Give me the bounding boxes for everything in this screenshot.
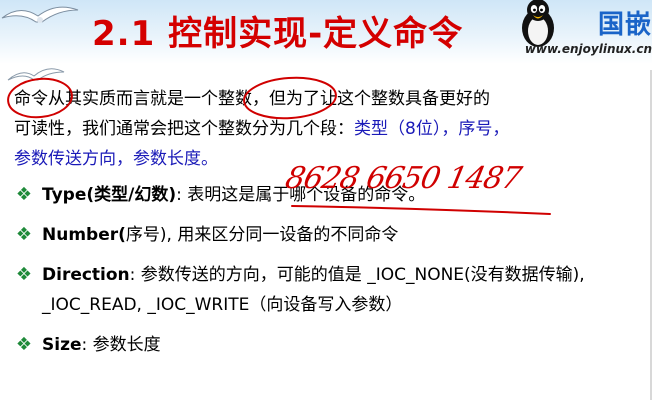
handwritten-number: 8628 6650 1487 [282,161,524,196]
diamond-bullet-icon: ❖ [15,334,33,355]
bullet-list: ❖ Type(类型/幻数): 表明这是属于哪个设备的命令。 ❖ Number(序… [14,180,644,360]
bullet-term: Number( [42,225,126,245]
logo-text: 国嵌 [597,10,652,40]
list-item: ❖ Number(序号), 用来区分同一设备的不同命令 [14,220,644,250]
site-url: www.enjoylinux.cn [524,42,652,56]
intro-line-3: 参数传送方向，参数长度。 [14,149,218,169]
intro-line-2: 可读性，我们通常会把这个整数分为几个段： [14,119,354,139]
diamond-bullet-icon: ❖ [15,224,33,245]
diamond-bullet-icon: ❖ [15,264,33,285]
bullet-term: Size [42,335,82,355]
intro-segments: 类型（8位），序号， [354,119,510,139]
bullet-desc: : 参数长度 [81,335,161,355]
slide-content: 命令从其实质而言就是一个整数，但为了让这个整数具备更好的 可读性，我们通常会把这… [14,84,644,370]
penguin-icon [522,0,554,47]
diamond-bullet-icon: ❖ [15,184,33,205]
logo: 国嵌 www.enjoylinux.cn [512,0,652,70]
bullet-term: Type(类型/幻数) [42,185,177,205]
bullet-term: Direction [42,265,130,285]
intro-line-1: 命令从其实质而言就是一个整数，但为了让这个整数具备更好的 [14,89,490,109]
list-item: ❖ Size: 参数长度 [14,330,644,360]
bullet-desc: 序号), 用来区分同一设备的不同命令 [125,225,399,245]
list-item: ❖ Direction: 参数传送的方向，可能的值是 _IOC_NONE(没有数… [14,260,644,320]
seagull-icon [1,6,79,23]
page-title: 2.1 控制实现-定义命令 [92,14,464,54]
